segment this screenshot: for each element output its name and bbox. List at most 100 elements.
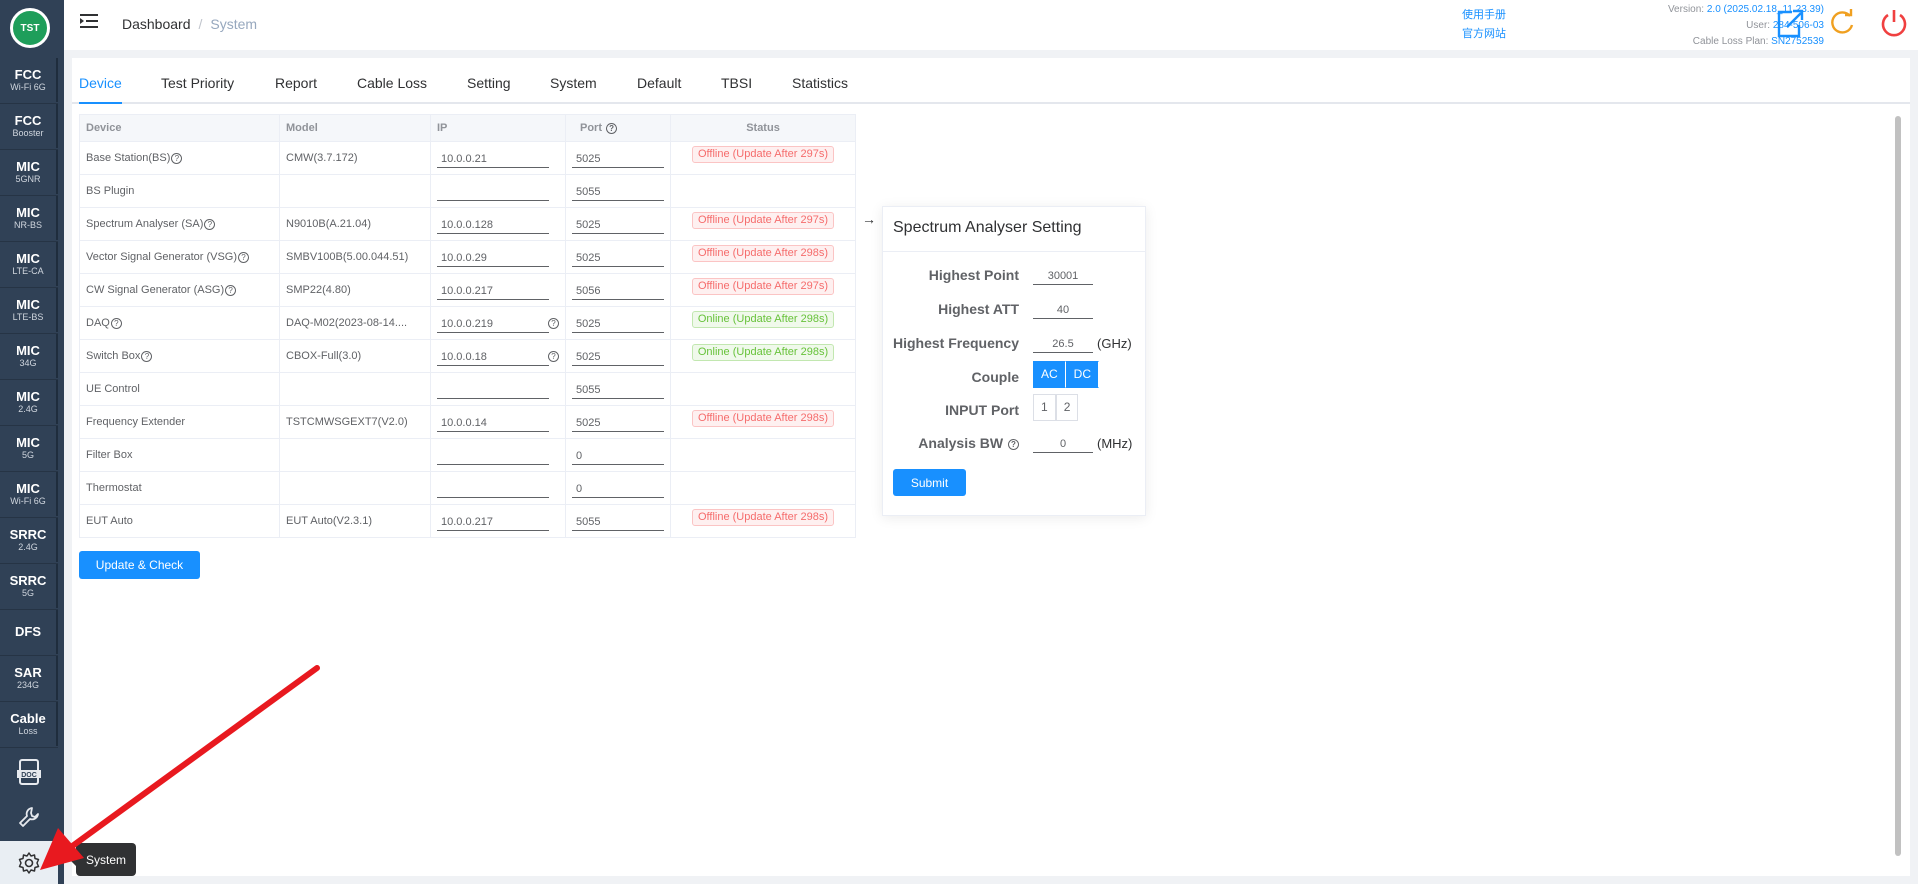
sidebar-item-mic-34g[interactable]: MIC 34G xyxy=(0,334,58,378)
port-cell: 5055 xyxy=(565,372,671,406)
port-cell: 5055 xyxy=(565,174,671,208)
highest-frequency-input[interactable]: 26.5 xyxy=(1033,333,1093,353)
update-check-button[interactable]: Update & Check xyxy=(79,551,200,579)
highest-att-input[interactable]: 40 xyxy=(1033,299,1093,319)
port-input[interactable]: 5055 xyxy=(572,513,664,531)
port-input[interactable]: 5055 xyxy=(572,183,664,201)
hamburger-icon[interactable] xyxy=(80,13,98,34)
port-input[interactable]: 5025 xyxy=(572,315,664,333)
highest-point-input[interactable]: 30001 xyxy=(1033,265,1093,285)
tab-setting[interactable]: Setting xyxy=(467,75,511,91)
ip-cell xyxy=(430,372,566,406)
tab-device[interactable]: Device xyxy=(79,75,122,91)
help-icon[interactable]: ? xyxy=(141,350,153,362)
tab-default[interactable]: Default xyxy=(637,75,681,91)
device-cell: CW Signal Generator (ASG)? xyxy=(79,273,280,307)
submit-button[interactable]: Submit xyxy=(893,469,966,496)
port-input[interactable]: 5025 xyxy=(572,348,664,366)
sidebar-item-mic-2-4g[interactable]: MIC 2.4G xyxy=(0,380,58,424)
tab-statistics[interactable]: Statistics xyxy=(792,75,848,91)
input-port-2-button[interactable]: 2 xyxy=(1055,394,1079,421)
power-icon[interactable] xyxy=(1878,6,1910,45)
couple-dc-button[interactable]: DC xyxy=(1065,361,1100,388)
analysis-bw-input[interactable]: 0 xyxy=(1033,433,1093,453)
sidebar-item-sar-234g[interactable]: SAR 234G xyxy=(0,656,58,700)
help-icon[interactable]: ? xyxy=(238,251,250,263)
ip-input[interactable]: 10.0.0.29 xyxy=(437,249,549,267)
tab-tbsi[interactable]: TBSI xyxy=(721,75,752,91)
port-input[interactable]: 0 xyxy=(572,447,664,465)
wrench-icon[interactable] xyxy=(0,795,58,839)
couple-ac-button[interactable]: AC xyxy=(1033,361,1066,388)
manual-link[interactable]: 使用手册 xyxy=(1462,6,1506,25)
tab-active-indicator xyxy=(79,102,122,104)
sidebar-item-title: MIC xyxy=(16,250,40,266)
model-cell xyxy=(279,471,431,505)
sidebar-item-mic-wi-fi-6g[interactable]: MIC Wi-Fi 6G xyxy=(0,472,58,516)
sidebar-item-fcc-wi-fi-6g[interactable]: FCC Wi-Fi 6G xyxy=(0,58,58,102)
ip-input[interactable]: 10.0.0.14 xyxy=(437,414,549,432)
sidebar-item-mic-nr-bs[interactable]: MIC NR-BS xyxy=(0,196,58,240)
sidebar-item-srrc-5g[interactable]: SRRC 5G xyxy=(0,564,58,608)
doc-icon[interactable]: DOC xyxy=(0,750,58,794)
sidebar-item-title: MIC xyxy=(16,342,40,358)
status-badge: Offline (Update After 298s) xyxy=(691,410,835,427)
sidebar-item-mic-5g[interactable]: MIC 5G xyxy=(0,426,58,470)
table-row: Base Station(BS)? CMW(3.7.172) 10.0.0.21 50… xyxy=(79,141,856,175)
tab-report[interactable]: Report xyxy=(275,75,317,91)
sidebar-item-mic-5gnr[interactable]: MIC 5GNR xyxy=(0,150,58,194)
sidebar-item-mic-lte-ca[interactable]: MIC LTE-CA xyxy=(0,242,58,286)
port-input[interactable]: 0 xyxy=(572,480,664,498)
help-icon[interactable]: ? xyxy=(171,152,183,164)
input-port-1-button[interactable]: 1 xyxy=(1033,394,1056,421)
device-name: Spectrum Analyser (SA) xyxy=(86,218,204,230)
analysis-bw-label: Analysis BW ? xyxy=(918,435,1019,451)
ip-input[interactable] xyxy=(437,480,549,498)
ip-input[interactable] xyxy=(437,447,549,465)
device-cell: BS Plugin xyxy=(79,174,280,208)
port-input[interactable]: 5025 xyxy=(572,414,664,432)
gear-icon[interactable] xyxy=(0,841,58,884)
port-input[interactable]: 5025 xyxy=(572,216,664,234)
port-input[interactable]: 5025 xyxy=(572,249,664,267)
port-input[interactable]: 5055 xyxy=(572,381,664,399)
official-site-link[interactable]: 官方网站 xyxy=(1462,25,1506,44)
sidebar-item-dfs[interactable]: DFS xyxy=(0,610,58,654)
port-input[interactable]: 5056 xyxy=(572,282,664,300)
help-icon[interactable]: ? xyxy=(1008,438,1019,450)
ip-input[interactable] xyxy=(437,183,549,201)
sidebar-item-title: MIC xyxy=(16,434,40,450)
help-icon[interactable]: ? xyxy=(204,218,216,230)
ip-input[interactable]: 10.0.0.18 xyxy=(437,348,549,366)
tab-test-priority[interactable]: Test Priority xyxy=(161,75,234,91)
port-input[interactable]: 5025 xyxy=(572,150,664,168)
port-cell: 0 xyxy=(565,438,671,472)
content-scrollbar[interactable] xyxy=(1895,116,1901,856)
logo[interactable]: TST xyxy=(10,8,50,48)
ip-input[interactable]: 10.0.0.217 xyxy=(437,282,549,300)
ip-input[interactable]: 10.0.0.219 xyxy=(437,315,549,333)
help-icon[interactable]: ? xyxy=(225,284,237,296)
help-icon[interactable]: ? xyxy=(548,318,559,329)
port-cell: 5025 xyxy=(565,339,671,373)
sidebar-item-fcc-booster[interactable]: FCC Booster xyxy=(0,104,58,148)
sidebar-item-title: MIC xyxy=(16,480,40,496)
ip-input[interactable] xyxy=(437,381,549,399)
device-name: Switch Box xyxy=(86,350,141,362)
breadcrumb-home[interactable]: Dashboard xyxy=(122,16,191,32)
ip-input[interactable]: 10.0.0.128 xyxy=(437,216,549,234)
help-icon[interactable]: ? xyxy=(110,317,122,329)
ip-input[interactable]: 10.0.0.21 xyxy=(437,150,549,168)
tab-system[interactable]: System xyxy=(550,75,597,91)
sidebar-item-srrc-2-4g[interactable]: SRRC 2.4G xyxy=(0,518,58,562)
table-row: Spectrum Analyser (SA)? N9010B(A.21.04) 10… xyxy=(79,207,856,241)
export-icon[interactable] xyxy=(1774,6,1806,45)
ip-input[interactable]: 10.0.0.217 xyxy=(437,513,549,531)
help-icon[interactable]: ? xyxy=(548,351,559,362)
sidebar-item-title: MIC xyxy=(16,296,40,312)
help-icon[interactable]: ? xyxy=(606,122,618,134)
sidebar-item-mic-lte-bs[interactable]: MIC LTE-BS xyxy=(0,288,58,332)
tab-cable-loss[interactable]: Cable Loss xyxy=(357,75,427,91)
sidebar-item-cable-loss[interactable]: Cable Loss xyxy=(0,702,58,746)
refresh-icon[interactable] xyxy=(1827,6,1857,45)
